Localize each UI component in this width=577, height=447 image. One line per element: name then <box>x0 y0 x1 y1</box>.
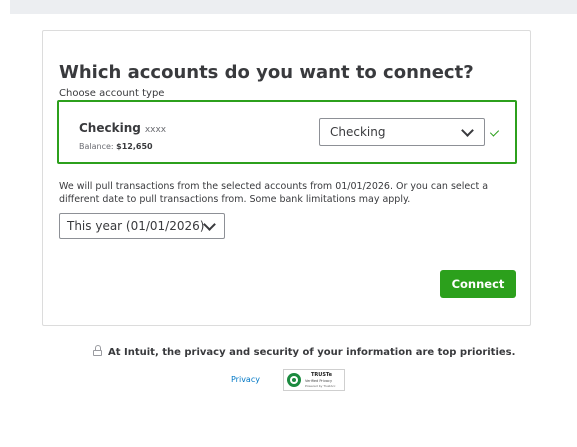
account-type-dropdown[interactable]: Checking <box>319 118 485 146</box>
account-mask: xxxx <box>144 125 167 135</box>
connect-button[interactable]: Connect <box>440 270 516 298</box>
truste-seal-icon[interactable]: TRUSTe Verified Privacy Powered by Trust… <box>283 369 345 391</box>
account-balance: Balance: $12,650 <box>79 142 153 151</box>
date-range-value: This year (01/01/2026) <box>67 219 205 233</box>
account-type-value: Checking <box>330 125 386 139</box>
balance-value: $12,650 <box>116 142 153 151</box>
page-title: Which accounts do you want to connect? <box>59 62 474 83</box>
truste-badge-icon <box>287 373 301 387</box>
truste-title: TRUSTe <box>311 372 333 378</box>
account-name: Checking <box>79 121 141 135</box>
lock-icon <box>93 345 102 356</box>
privacy-link[interactable]: Privacy <box>231 375 260 384</box>
chevron-down-icon <box>461 124 474 137</box>
account-name-label: Checking xxxx <box>79 121 166 135</box>
balance-label: Balance: <box>79 142 114 151</box>
privacy-statement-text: At Intuit, the privacy and security of y… <box>108 347 516 358</box>
truste-line2: Powered by TrustArc <box>305 384 336 388</box>
date-info-text: We will pull transactions from the selec… <box>59 181 489 205</box>
account-row-checking[interactable]: Checking xxxx Balance: $12,650 Checking <box>57 100 517 164</box>
connect-accounts-card: Which accounts do you want to connect? C… <box>42 30 531 326</box>
truste-line1: Verified Privacy <box>305 379 333 383</box>
privacy-statement: At Intuit, the privacy and security of y… <box>93 345 515 358</box>
chevron-down-icon <box>203 218 216 231</box>
top-strip <box>10 0 577 14</box>
date-range-dropdown[interactable]: This year (01/01/2026) <box>59 213 225 239</box>
account-type-subtitle: Choose account type <box>59 88 165 99</box>
checkmark-icon <box>489 127 500 137</box>
